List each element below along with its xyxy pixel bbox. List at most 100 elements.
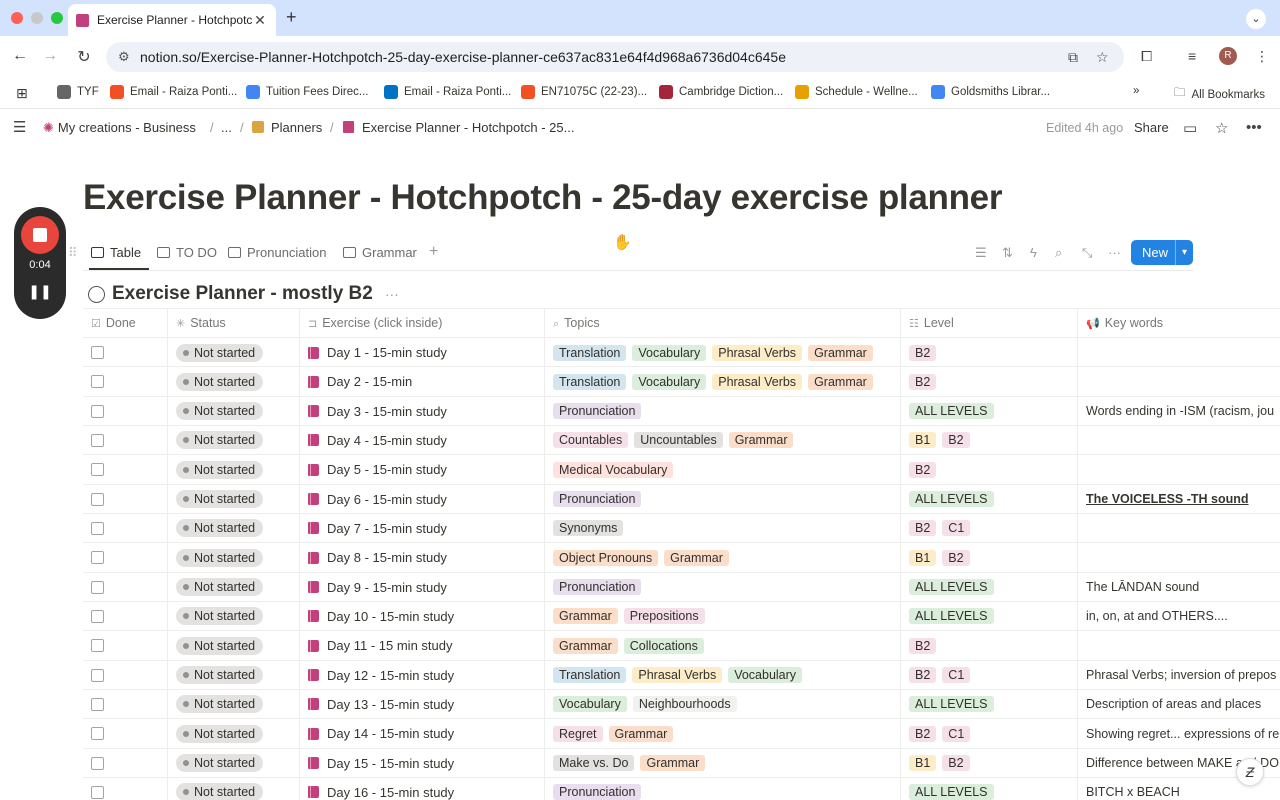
status-badge[interactable]: Not started: [176, 695, 264, 714]
sort-icon[interactable]: ⇅: [1002, 245, 1013, 261]
pause-recording-icon[interactable]: ❚❚: [14, 283, 66, 300]
exercise-cell[interactable]: Day 10 - 15-min study: [299, 601, 544, 631]
exercise-title[interactable]: Day 1 - 15-min study: [327, 345, 447, 360]
topics-cell[interactable]: Translation Phrasal Verbs Vocabulary: [544, 660, 900, 690]
topics-cell[interactable]: Translation Vocabulary Phrasal Verbs Gramma…: [544, 338, 900, 367]
topics-cell[interactable]: Synonyms: [544, 513, 900, 543]
reload-icon[interactable]: ↻: [74, 47, 94, 67]
bookmark-item[interactable]: Cambridge Diction...: [659, 85, 783, 99]
database-menu-icon[interactable]: ···: [385, 286, 399, 302]
exercise-cell[interactable]: Day 15 - 15-min study: [299, 748, 544, 778]
exercise-title[interactable]: Day 5 - 15-min study: [327, 462, 447, 477]
status-badge[interactable]: Not started: [176, 431, 264, 450]
exercise-cell[interactable]: Day 16 - 15-min study: [299, 777, 544, 800]
bookmark-star-icon[interactable]: ☆: [1096, 49, 1109, 66]
apps-grid-icon[interactable]: ⊞: [16, 85, 28, 102]
notion-ai-button[interactable]: Ƶ: [1236, 758, 1264, 786]
bookmark-item[interactable]: Email - Raiza Ponti...: [110, 85, 237, 99]
exercise-title[interactable]: Day 2 - 15-min: [327, 374, 412, 389]
done-cell[interactable]: [83, 719, 167, 748]
sidebar-menu-icon[interactable]: ☰: [13, 118, 26, 136]
status-badge[interactable]: Not started: [176, 460, 264, 479]
breadcrumb-current-page[interactable]: Exercise Planner - Hotchpotch - 25...: [343, 120, 574, 135]
status-badge[interactable]: Not started: [176, 402, 264, 421]
view-more-icon[interactable]: ···: [1108, 245, 1121, 260]
column-header-level[interactable]: ☷ Level: [900, 309, 1077, 339]
done-checkbox[interactable]: [91, 668, 104, 682]
done-cell[interactable]: [83, 573, 167, 602]
view-tab-table[interactable]: Table: [91, 245, 141, 260]
level-cell[interactable]: B1 B2: [900, 748, 1077, 778]
exercise-title[interactable]: Day 13 - 15-min study: [327, 697, 454, 712]
exercise-title[interactable]: Day 4 - 15-min study: [327, 433, 447, 448]
status-badge[interactable]: Not started: [176, 548, 264, 567]
status-cell[interactable]: Not started: [167, 338, 299, 367]
bookmark-item[interactable]: Tuition Fees Direc...: [246, 85, 368, 99]
bookmark-item[interactable]: EN71075C (22-23)...: [521, 85, 647, 99]
topics-cell[interactable]: Make vs. Do Grammar: [544, 748, 900, 778]
comments-icon[interactable]: ▭: [1183, 119, 1197, 137]
keywords-cell[interactable]: Words ending in -ISM (racism, jou: [1077, 396, 1280, 426]
minimize-window-button[interactable]: [31, 12, 43, 24]
done-checkbox[interactable]: [91, 492, 104, 506]
open-in-app-icon[interactable]: ⧉: [1068, 49, 1078, 66]
exercise-cell[interactable]: Day 4 - 15-min study: [299, 425, 544, 455]
status-badge[interactable]: Not started: [176, 783, 264, 800]
new-entry-button[interactable]: New ▾: [1131, 240, 1193, 265]
maximize-window-button[interactable]: [51, 12, 63, 24]
exercise-title[interactable]: Day 8 - 15-min study: [327, 550, 447, 565]
status-cell[interactable]: Not started: [167, 601, 299, 631]
status-badge[interactable]: Not started: [176, 754, 264, 773]
search-icon[interactable]: ⌕: [1055, 245, 1062, 261]
column-header-topics[interactable]: ⌕ Topics: [544, 309, 900, 339]
site-settings-icon[interactable]: ⚙: [118, 49, 130, 65]
profile-avatar[interactable]: R: [1219, 47, 1237, 65]
done-cell[interactable]: [83, 485, 167, 514]
database-title[interactable]: Exercise Planner - mostly B2 ···: [88, 283, 399, 305]
more-bookmarks-chevron-icon[interactable]: »: [1133, 85, 1139, 97]
exercise-cell[interactable]: Day 2 - 15-min: [299, 367, 544, 397]
keywords-cell[interactable]: The LĀNDAN sound: [1077, 572, 1280, 602]
exercise-cell[interactable]: Day 14 - 15-min study: [299, 719, 544, 749]
done-cell[interactable]: [83, 690, 167, 719]
done-cell[interactable]: [83, 338, 167, 367]
forward-arrow-icon[interactable]: →: [40, 47, 60, 65]
level-cell[interactable]: B2 C1: [900, 719, 1077, 749]
status-cell[interactable]: Not started: [167, 484, 299, 514]
exercise-title[interactable]: Day 10 - 15-min study: [327, 609, 454, 624]
level-cell[interactable]: B2 C1: [900, 513, 1077, 543]
status-cell[interactable]: Not started: [167, 572, 299, 602]
exercise-title[interactable]: Day 16 - 15-min study: [327, 785, 454, 800]
status-cell[interactable]: Not started: [167, 543, 299, 573]
done-cell[interactable]: [83, 514, 167, 543]
level-cell[interactable]: B2 C1: [900, 660, 1077, 690]
favorite-star-icon[interactable]: ☆: [1215, 119, 1228, 137]
column-header-keywords[interactable]: 📢 Key words: [1077, 309, 1280, 339]
keywords-cell[interactable]: Phrasal Verbs; inversion of prepos: [1077, 660, 1280, 690]
stop-recording-button[interactable]: [21, 216, 59, 254]
topics-cell[interactable]: Pronunciation: [544, 572, 900, 602]
exercise-title[interactable]: Day 3 - 15-min study: [327, 404, 447, 419]
status-cell[interactable]: Not started: [167, 513, 299, 543]
status-cell[interactable]: Not started: [167, 777, 299, 800]
topics-cell[interactable]: Vocabulary Neighbourhoods: [544, 689, 900, 719]
browser-menu-icon[interactable]: ⋮: [1255, 48, 1269, 65]
close-window-button[interactable]: [11, 12, 23, 24]
keywords-cell[interactable]: [1077, 425, 1280, 455]
expand-icon[interactable]: ⤡: [1082, 245, 1092, 261]
topics-cell[interactable]: Object Pronouns Grammar: [544, 543, 900, 573]
level-cell[interactable]: B1 B2: [900, 543, 1077, 573]
exercise-cell[interactable]: Day 11 - 15 min study: [299, 631, 544, 661]
status-cell[interactable]: Not started: [167, 425, 299, 455]
keywords-cell[interactable]: [1077, 513, 1280, 543]
keywords-cell[interactable]: The VOICELESS -TH sound: [1077, 484, 1280, 514]
media-controls-icon[interactable]: ≡: [1188, 48, 1196, 64]
status-cell[interactable]: Not started: [167, 689, 299, 719]
status-badge[interactable]: Not started: [176, 607, 264, 626]
share-button[interactable]: Share: [1134, 120, 1169, 135]
close-tab-icon[interactable]: ✕: [252, 12, 268, 29]
status-cell[interactable]: Not started: [167, 719, 299, 749]
topics-cell[interactable]: Pronunciation: [544, 484, 900, 514]
keywords-cell[interactable]: [1077, 455, 1280, 485]
status-badge[interactable]: Not started: [176, 666, 264, 685]
